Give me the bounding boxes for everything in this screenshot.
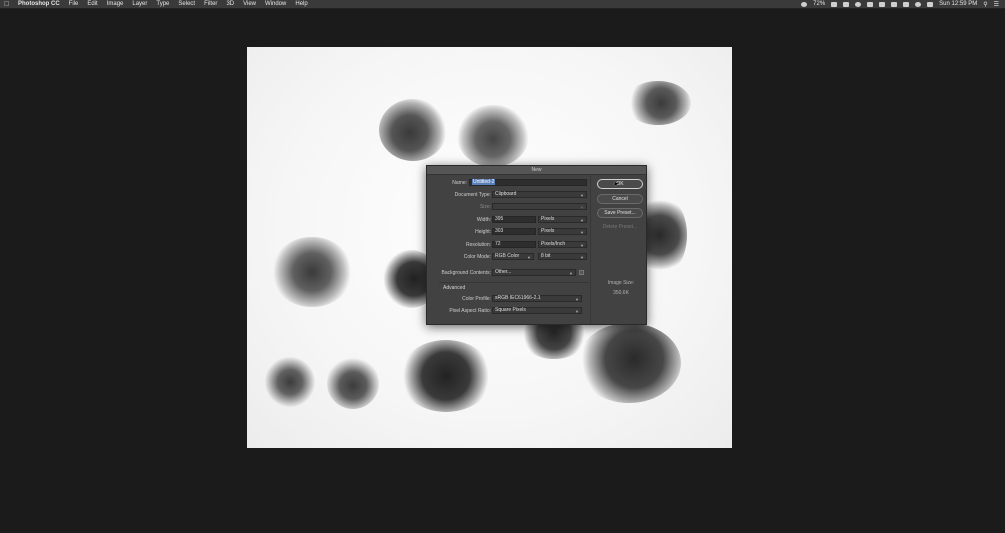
menu-file[interactable]: File: [69, 1, 79, 7]
chevron-down-icon: ▼: [569, 271, 573, 276]
brush-stroke: [399, 340, 493, 412]
pixel-aspect-ratio-value: Square Pixels: [495, 307, 526, 313]
sync-icon[interactable]: [855, 1, 862, 7]
dialog-title[interactable]: New: [427, 166, 646, 175]
color-profile-label: Color Profile:: [462, 296, 491, 302]
color-mode-select[interactable]: RGB Color ▼: [492, 253, 534, 260]
chevron-down-icon: ▼: [575, 309, 579, 314]
resolution-unit-select[interactable]: Pixels/Inch ▼: [538, 241, 587, 248]
color-mode-label: Color Mode:: [463, 254, 491, 260]
width-unit-value: Pixels: [541, 216, 555, 222]
document-type-value: Clipboard: [495, 191, 517, 197]
dropbox-icon[interactable]: [831, 1, 838, 7]
background-contents-label: Background Contents:: [441, 270, 491, 276]
image-size-label: Image Size:: [607, 280, 635, 286]
menu-edit[interactable]: Edit: [87, 1, 97, 7]
shield-icon[interactable]: [843, 1, 850, 7]
brush-stroke: [265, 357, 315, 407]
battery-percent: 72%: [813, 1, 826, 7]
size-select[interactable]: ▼: [492, 203, 587, 210]
chevron-down-icon: ▼: [580, 255, 584, 260]
brush-stroke: [271, 237, 353, 307]
chevron-down-icon: ▼: [580, 243, 584, 248]
resolution-input[interactable]: 72: [492, 241, 536, 248]
new-document-dialog: New Name: Untitled-2 Document Type: Clip…: [426, 165, 647, 325]
width-label: Width:: [476, 217, 491, 223]
name-input[interactable]: Untitled-2: [469, 179, 587, 186]
menu-window[interactable]: Window: [265, 1, 286, 7]
apple-icon[interactable]: : [4, 1, 12, 8]
brush-stroke: [327, 357, 379, 409]
height-label: Height:: [475, 229, 491, 235]
resolution-label: Resolution:: [465, 242, 491, 248]
dialog-divider: [590, 176, 591, 324]
bit-depth-value: 8 bit: [541, 253, 551, 259]
battery-level-icon[interactable]: [927, 1, 934, 7]
display-icon[interactable]: [867, 1, 874, 7]
brush-stroke: [379, 99, 447, 161]
menu-image[interactable]: Image: [107, 1, 124, 7]
image-size-value: 350.6K: [613, 290, 629, 296]
clock[interactable]: Sun 12:59 PM: [939, 1, 977, 7]
background-color-swatch[interactable]: [579, 270, 584, 275]
brush-stroke: [457, 105, 529, 167]
menu-bar:  Photoshop CC File Edit Image Layer Typ…: [0, 0, 1005, 9]
width-input[interactable]: 395: [492, 216, 536, 223]
name-label: Name:: [452, 180, 467, 186]
menu-select[interactable]: Select: [178, 1, 195, 7]
width-unit-select[interactable]: Pixels ▼: [538, 216, 587, 223]
flag-icon[interactable]: [903, 1, 910, 7]
background-contents-value: Other...: [495, 269, 512, 275]
menu-view[interactable]: View: [243, 1, 256, 7]
chevron-down-icon: ▼: [527, 255, 531, 260]
wifi-icon[interactable]: [915, 1, 922, 7]
brush-stroke: [625, 81, 691, 125]
height-unit-select[interactable]: Pixels ▼: [538, 228, 587, 235]
resolution-unit-value: Pixels/Inch: [541, 241, 566, 247]
mouse-pointer-icon: ➤: [613, 181, 619, 188]
document-type-select[interactable]: Clipboard ▼: [492, 191, 587, 198]
size-label: Size:: [479, 204, 491, 210]
status-area: 72% Sun 12:59 PM ⚲ ☰: [801, 1, 999, 8]
notification-icon[interactable]: ☰: [994, 1, 999, 8]
volume-icon[interactable]: [891, 1, 898, 7]
height-unit-value: Pixels: [541, 228, 555, 234]
menu-filter[interactable]: Filter: [204, 1, 217, 7]
ok-button[interactable]: OK: [597, 179, 643, 189]
save-preset-button[interactable]: Save Preset...: [597, 208, 643, 218]
menu-help[interactable]: Help: [295, 1, 307, 7]
chevron-down-icon: ▼: [580, 230, 584, 235]
delete-preset-button[interactable]: Delete Preset...: [597, 223, 643, 233]
advanced-divider: [439, 282, 589, 283]
menu-layer[interactable]: Layer: [132, 1, 147, 7]
cancel-button[interactable]: Cancel: [597, 194, 643, 204]
name-value: Untitled-2: [472, 179, 496, 185]
brush-stroke: [577, 323, 681, 403]
chevron-down-icon: ▼: [575, 297, 579, 302]
height-input[interactable]: 303: [492, 228, 536, 235]
bit-depth-select[interactable]: 8 bit ▼: [538, 253, 587, 260]
color-profile-value: sRGB IEC61966-2.1: [495, 295, 541, 301]
advanced-section-title[interactable]: Advanced: [443, 285, 465, 291]
pixel-aspect-ratio-select[interactable]: Square Pixels ▼: [492, 307, 582, 314]
document-type-label: Document Type:: [454, 192, 491, 198]
pixel-aspect-ratio-label: Pixel Aspect Ratio:: [449, 308, 491, 314]
color-mode-value: RGB Color: [495, 253, 520, 259]
chevron-down-icon: ▼: [580, 193, 584, 198]
menu-type[interactable]: Type: [156, 1, 169, 7]
bluetooth-icon[interactable]: [879, 1, 886, 7]
battery-icon[interactable]: [801, 1, 808, 7]
menu-app-name[interactable]: Photoshop CC: [18, 1, 60, 7]
background-contents-select[interactable]: Other... ▼: [492, 269, 576, 276]
color-profile-select[interactable]: sRGB IEC61966-2.1 ▼: [492, 295, 582, 302]
spotlight-icon[interactable]: ⚲: [983, 1, 987, 8]
menu-3d[interactable]: 3D: [226, 1, 234, 7]
chevron-down-icon: ▼: [580, 218, 584, 223]
chevron-down-icon: ▼: [580, 205, 584, 210]
